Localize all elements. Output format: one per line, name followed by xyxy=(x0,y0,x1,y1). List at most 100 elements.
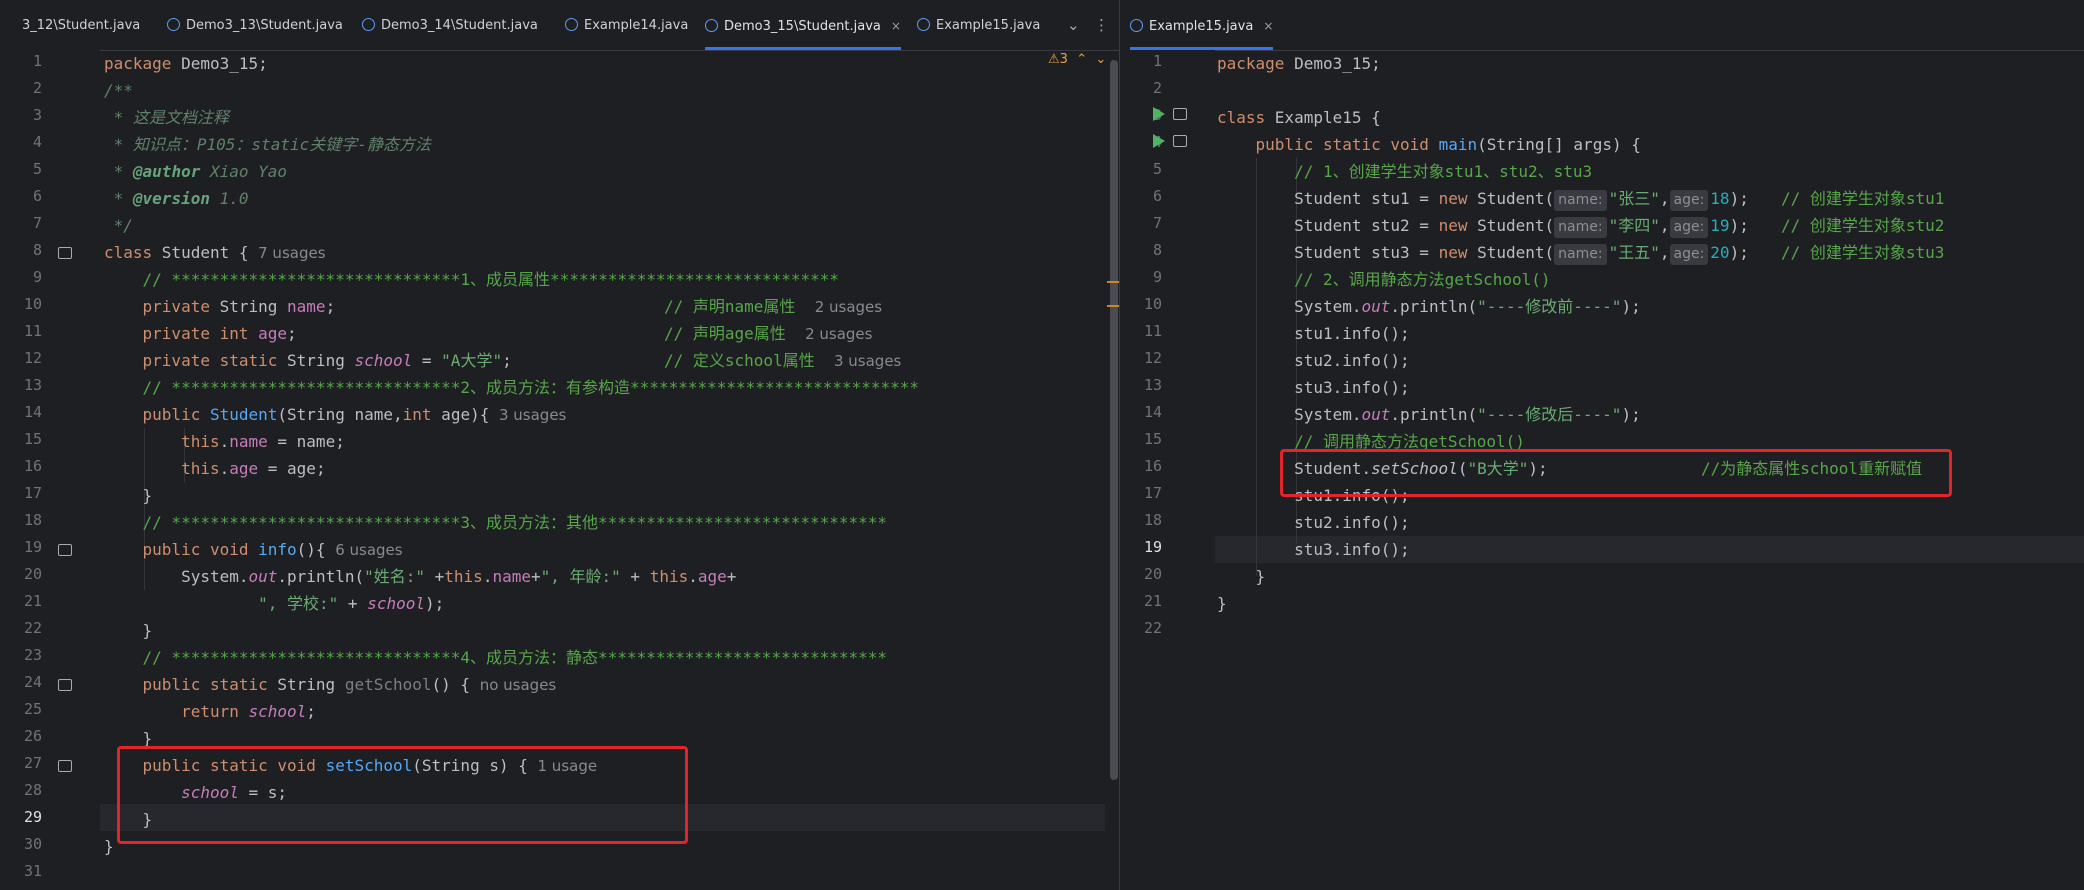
line-number[interactable]: 21 xyxy=(1132,592,1162,610)
line-number[interactable]: 10 xyxy=(1132,295,1162,313)
line-number[interactable]: 14 xyxy=(1132,403,1162,421)
bookmark-icon[interactable] xyxy=(1173,108,1187,120)
line-number[interactable]: 11 xyxy=(1132,322,1162,340)
line-number[interactable]: 20 xyxy=(12,565,42,583)
close-icon[interactable]: × xyxy=(1263,19,1273,33)
usage-hint[interactable]: 2 usages xyxy=(815,298,882,316)
structure-icon[interactable] xyxy=(58,544,72,556)
line-number[interactable]: 16 xyxy=(12,457,42,475)
structure-icon[interactable] xyxy=(58,247,72,259)
line-number[interactable]: 19 xyxy=(1132,538,1162,556)
warning-marker[interactable] xyxy=(1107,305,1119,307)
code-line: } xyxy=(1217,567,1266,586)
line-number[interactable]: 19 xyxy=(12,538,42,556)
line-number[interactable]: 9 xyxy=(1132,268,1162,286)
more-options-icon[interactable]: ⋮ xyxy=(1094,0,1109,50)
run-main-icon[interactable] xyxy=(1153,134,1165,148)
tab-demo3-12-student[interactable]: 3_12\Student.java xyxy=(22,0,140,50)
line-number[interactable]: 17 xyxy=(12,484,42,502)
line-number[interactable]: 8 xyxy=(12,241,42,259)
line-number[interactable]: 15 xyxy=(12,430,42,448)
line-number[interactable]: 7 xyxy=(1132,214,1162,232)
code-line: private String name; xyxy=(104,297,336,316)
usage-hint[interactable]: 2 usages xyxy=(805,325,872,343)
line-number[interactable]: 16 xyxy=(1132,457,1162,475)
tab-example15[interactable]: Example15.java xyxy=(917,0,1040,50)
code-line: this.name = name; xyxy=(104,432,345,451)
line-number[interactable]: 29 xyxy=(12,808,42,826)
line-number[interactable]: 22 xyxy=(12,619,42,637)
line-number[interactable]: 14 xyxy=(12,403,42,421)
structure-icon[interactable] xyxy=(58,679,72,691)
line-number[interactable]: 2 xyxy=(12,79,42,97)
line-number[interactable]: 1 xyxy=(12,52,42,70)
line-number[interactable]: 15 xyxy=(1132,430,1162,448)
line-number[interactable]: 7 xyxy=(12,214,42,232)
code-line: public static void main(String[] args) { xyxy=(1217,135,1641,154)
line-number[interactable]: 30 xyxy=(12,835,42,853)
parameter-hint: age: xyxy=(1669,190,1709,211)
line-number[interactable]: 1 xyxy=(1132,52,1162,70)
tab-example15-right[interactable]: Example15.java × xyxy=(1130,0,1274,50)
code-line: package Demo3_15; xyxy=(1217,54,1381,73)
line-number[interactable]: 28 xyxy=(12,781,42,799)
line-number[interactable]: 9 xyxy=(12,268,42,286)
tab-label: Demo3_13\Student.java xyxy=(186,18,343,33)
code-line: */ xyxy=(104,216,133,235)
line-number[interactable]: 23 xyxy=(12,646,42,664)
line-number[interactable]: 13 xyxy=(12,376,42,394)
tab-label: Example15.java xyxy=(936,18,1041,33)
right-editor-pane: Example15.java × 1 2 3 4 5 6 7 8 9 10 11 12 13 14 15 16 1… xyxy=(1120,0,2084,890)
close-icon[interactable]: × xyxy=(891,19,901,33)
line-number[interactable]: 3 xyxy=(12,106,42,124)
code-line: class Student { 7 usages xyxy=(104,243,326,262)
line-number[interactable]: 12 xyxy=(1132,349,1162,367)
line-number[interactable]: 26 xyxy=(12,727,42,745)
code-line: // 1、创建学生对象stu1、stu2、stu3 xyxy=(1217,162,1593,181)
line-number[interactable]: 21 xyxy=(12,592,42,610)
code-line: // ******************************3、成员方法：… xyxy=(104,513,888,532)
tab-demo3-13-student[interactable]: Demo3_13\Student.java xyxy=(167,0,343,50)
highlight-box-setschool-call xyxy=(1280,449,1952,497)
usage-hint[interactable]: 7 usages xyxy=(258,244,325,262)
line-number[interactable]: 12 xyxy=(12,349,42,367)
line-number[interactable]: 20 xyxy=(1132,565,1162,583)
line-number[interactable]: 18 xyxy=(12,511,42,529)
tab-demo3-15-student[interactable]: Demo3_15\Student.java × xyxy=(705,0,901,50)
left-scrollbar[interactable] xyxy=(1110,60,1118,780)
usage-hint[interactable]: 6 usages xyxy=(335,541,402,559)
tab-label: Demo3_15\Student.java xyxy=(724,19,881,34)
line-number[interactable]: 17 xyxy=(1132,484,1162,502)
code-line: /** xyxy=(104,81,133,100)
line-number[interactable]: 5 xyxy=(1132,160,1162,178)
line-number[interactable]: 24 xyxy=(12,673,42,691)
tab-demo3-14-student[interactable]: Demo3_14\Student.java xyxy=(362,0,538,50)
structure-icon[interactable] xyxy=(58,760,72,772)
line-number[interactable]: 2 xyxy=(1132,79,1162,97)
line-number[interactable]: 13 xyxy=(1132,376,1162,394)
code-line: } xyxy=(1217,594,1227,613)
warning-marker[interactable] xyxy=(1107,281,1119,283)
line-number[interactable]: 27 xyxy=(12,754,42,772)
usage-hint[interactable]: 3 usages xyxy=(499,406,566,424)
line-number[interactable]: 10 xyxy=(12,295,42,313)
line-number[interactable]: 11 xyxy=(12,322,42,340)
code-line: stu2.info(); xyxy=(1217,513,1410,532)
tab-list-dropdown-icon[interactable]: ⌄ xyxy=(1067,0,1080,50)
code-line: public void info(){ 6 usages xyxy=(104,540,403,559)
line-number[interactable]: 22 xyxy=(1132,619,1162,637)
line-number[interactable]: 18 xyxy=(1132,511,1162,529)
line-number[interactable]: 4 xyxy=(12,133,42,151)
line-number[interactable]: 8 xyxy=(1132,241,1162,259)
line-number[interactable]: 31 xyxy=(12,862,42,880)
tab-example14[interactable]: Example14.java xyxy=(565,0,688,50)
usage-hint[interactable]: 3 usages xyxy=(834,352,901,370)
line-number[interactable]: 6 xyxy=(12,187,42,205)
line-number[interactable]: 5 xyxy=(12,160,42,178)
usage-hint[interactable]: no usages xyxy=(480,676,557,694)
ide-window: 3_12\Student.java Demo3_13\Student.java … xyxy=(0,0,2084,890)
run-class-icon[interactable] xyxy=(1153,107,1165,121)
line-number[interactable]: 25 xyxy=(12,700,42,718)
line-number[interactable]: 6 xyxy=(1132,187,1162,205)
bookmark-icon[interactable] xyxy=(1173,135,1187,147)
